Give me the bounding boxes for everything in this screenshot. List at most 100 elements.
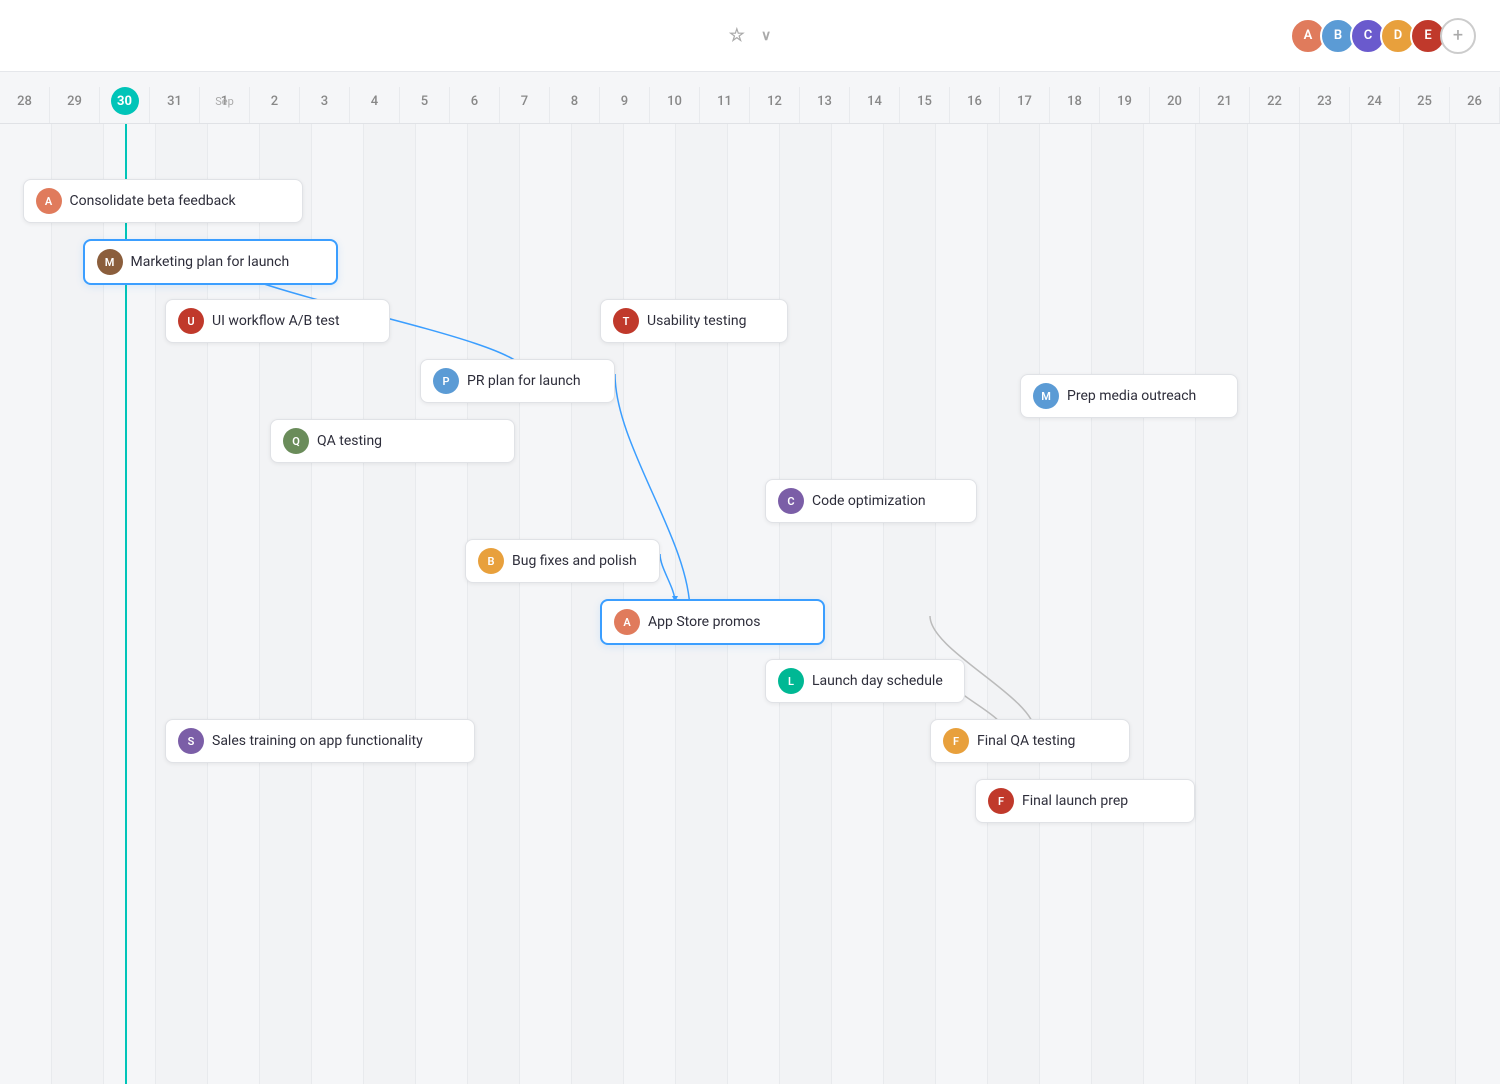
task-avatar-prep-media: M <box>1033 383 1059 409</box>
grid-col-7 <box>364 124 416 1084</box>
grid-col-16 <box>832 124 884 1084</box>
date-number: 15 <box>911 87 939 115</box>
grid-col-22 <box>1144 124 1196 1084</box>
task-card-final-qa[interactable]: FFinal QA testing <box>930 719 1130 763</box>
grid-col-19 <box>988 124 1040 1084</box>
date-col-26: 26 <box>1450 87 1500 123</box>
date-col-19: 19 <box>1100 87 1150 123</box>
grid-area: A Consolidate beta feedback M Marketing pla… <box>0 124 1500 1084</box>
date-number: 13 <box>811 87 839 115</box>
grid-col-9 <box>468 124 520 1084</box>
date-col-18: 18 <box>1050 87 1100 123</box>
task-avatar-bug-fixes: B <box>478 548 504 574</box>
date-number: 11 <box>711 87 739 115</box>
task-avatar-pr-plan: P <box>433 368 459 394</box>
task-label-final-launch-prep: Final launch prep <box>1022 793 1128 809</box>
grid-col-25 <box>1300 124 1352 1084</box>
date-number: 26 <box>1461 87 1489 115</box>
grid-col-28 <box>1456 124 1500 1084</box>
task-card-launch-day[interactable]: LLaunch day schedule <box>765 659 965 703</box>
add-member-button[interactable]: + <box>1440 18 1476 54</box>
task-card-app-store-promos[interactable]: AApp Store promos <box>600 599 825 645</box>
task-label-app-store-promos: App Store promos <box>648 614 761 630</box>
date-number: 16 <box>961 87 989 115</box>
task-label-usability-testing: Usability testing <box>647 313 746 329</box>
date-number: 31 <box>161 87 189 115</box>
date-col-14: 14 <box>850 87 900 123</box>
task-card-qa-testing[interactable]: QQA testing <box>270 419 515 463</box>
date-col-17: 17 <box>1000 87 1050 123</box>
task-label-final-qa: Final QA testing <box>977 733 1075 749</box>
task-label-marketing-plan: Marketing plan for launch <box>131 254 290 270</box>
grid-col-26 <box>1352 124 1404 1084</box>
task-card-consolidate-beta[interactable]: A Consolidate beta feedback <box>23 179 303 223</box>
date-col-8: 8 <box>550 87 600 123</box>
star-icon[interactable]: ☆ <box>729 25 745 46</box>
date-col-5: 5 <box>400 87 450 123</box>
task-avatar-final-launch-prep: F <box>988 788 1014 814</box>
task-avatar-consolidate-beta: A <box>36 188 62 214</box>
task-avatar-marketing-plan: M <box>97 249 123 275</box>
task-label-ui-workflow: UI workflow A/B test <box>212 313 340 329</box>
chevron-icon[interactable]: ∨ <box>761 28 771 44</box>
task-label-pr-plan: PR plan for launch <box>467 373 581 389</box>
date-number: 4 <box>361 87 389 115</box>
date-col-2: 2 <box>250 87 300 123</box>
task-label-sales-training: Sales training on app functionality <box>212 733 423 749</box>
date-col-21: 21 <box>1200 87 1250 123</box>
task-card-sales-training[interactable]: SSales training on app functionality <box>165 719 475 763</box>
date-col-30: 30 <box>100 87 150 123</box>
date-col-23: 23 <box>1300 87 1350 123</box>
date-col-15: 15 <box>900 87 950 123</box>
date-col-7: 7 <box>500 87 550 123</box>
date-col-16: 16 <box>950 87 1000 123</box>
grid-col-21 <box>1092 124 1144 1084</box>
header-title-group: ☆ ∨ <box>729 25 771 46</box>
date-number: 9 <box>611 87 639 115</box>
grid-col-20 <box>1040 124 1092 1084</box>
task-label-code-optimization: Code optimization <box>812 493 926 509</box>
date-number: 2 <box>261 87 289 115</box>
date-header: 28293031Sep12345678910111213141516171819… <box>0 72 1500 124</box>
date-col-4: 4 <box>350 87 400 123</box>
date-col-29: 29 <box>50 87 100 123</box>
date-number: 6 <box>461 87 489 115</box>
date-col-11: 11 <box>700 87 750 123</box>
task-card-usability-testing[interactable]: TUsability testing <box>600 299 788 343</box>
grid-col-10 <box>520 124 572 1084</box>
date-number: 28 <box>11 87 39 115</box>
task-label-launch-day: Launch day schedule <box>812 673 943 689</box>
date-col-9: 9 <box>600 87 650 123</box>
date-number: 25 <box>1411 87 1439 115</box>
task-label-bug-fixes: Bug fixes and polish <box>512 553 637 569</box>
task-label-consolidate-beta: Consolidate beta feedback <box>70 193 236 209</box>
grid-col-23 <box>1196 124 1248 1084</box>
date-number: 8 <box>561 87 589 115</box>
date-number: 12 <box>761 87 789 115</box>
grid-col-0 <box>0 124 52 1084</box>
date-col-25: 25 <box>1400 87 1450 123</box>
date-number: 3 <box>311 87 339 115</box>
date-number: 29 <box>61 87 89 115</box>
task-avatar-qa-testing: Q <box>283 428 309 454</box>
date-col-31: 31 <box>150 87 200 123</box>
timeline-container: 28293031Sep12345678910111213141516171819… <box>0 72 1500 1084</box>
top-bar: ☆ ∨ ABCDE+ <box>0 0 1500 72</box>
date-number: 21 <box>1211 87 1239 115</box>
task-card-final-launch-prep[interactable]: F Final launch prep <box>975 779 1195 823</box>
task-card-marketing-plan[interactable]: M Marketing plan for launch <box>83 239 338 285</box>
task-card-code-optimization[interactable]: CCode optimization <box>765 479 977 523</box>
app-wrapper: ☆ ∨ ABCDE+ 28293031Sep123456789101112131… <box>0 0 1500 1084</box>
date-number: 17 <box>1011 87 1039 115</box>
date-number: 7 <box>511 87 539 115</box>
grid-col-24 <box>1248 124 1300 1084</box>
grid-col-8 <box>416 124 468 1084</box>
task-card-pr-plan[interactable]: P PR plan for launch <box>420 359 615 403</box>
date-number: 23 <box>1311 87 1339 115</box>
task-card-bug-fixes[interactable]: B Bug fixes and polish <box>465 539 660 583</box>
task-card-ui-workflow[interactable]: UUI workflow A/B test <box>165 299 390 343</box>
task-card-prep-media[interactable]: MPrep media outreach <box>1020 374 1238 418</box>
date-col-1: Sep1 <box>200 87 250 123</box>
date-col-6: 6 <box>450 87 500 123</box>
grid-col-17 <box>884 124 936 1084</box>
